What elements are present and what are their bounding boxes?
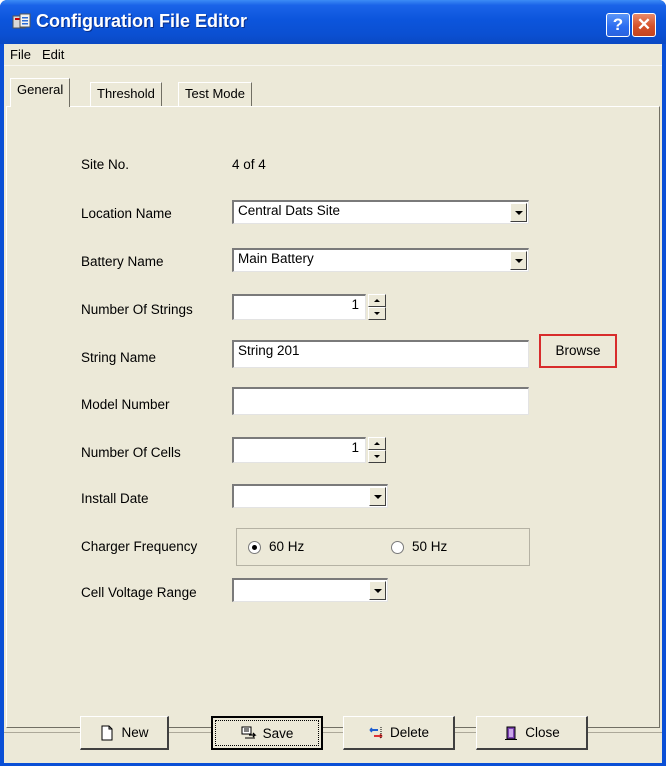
battery-name-combo[interactable]: Main Battery (232, 248, 529, 272)
location-name-combo[interactable]: Central Dats Site (232, 200, 529, 224)
string-name-input[interactable]: String 201 (232, 340, 529, 368)
decrement-icon[interactable] (368, 450, 386, 463)
menu-file[interactable]: File (10, 47, 31, 62)
tab-general-label: General (17, 82, 64, 97)
decrement-icon[interactable] (368, 307, 386, 320)
freq-50hz-radio[interactable] (391, 541, 404, 554)
close-label: Close (525, 725, 560, 740)
string-name-label: String Name (81, 350, 157, 365)
menu-edit[interactable]: Edit (42, 47, 64, 62)
tab-test-mode[interactable]: Test Mode (178, 82, 252, 106)
close-window-button[interactable]: ✕ (632, 13, 656, 37)
model-number-input[interactable] (232, 387, 529, 415)
location-name-value: Central Dats Site (238, 203, 341, 218)
delete-label: Delete (389, 725, 430, 740)
cell-voltage-range-combo[interactable] (232, 578, 388, 602)
site-no-value: 4 of 4 (232, 157, 266, 172)
chevron-down-icon[interactable] (369, 581, 386, 600)
charger-frequency-group: 60 Hz 50 Hz (236, 528, 530, 566)
chevron-down-icon[interactable] (369, 487, 386, 506)
browse-label: Browse (555, 343, 601, 358)
model-number-label: Model Number (81, 397, 170, 412)
number-of-strings-label: Number Of Strings (81, 302, 193, 317)
help-icon: ? (612, 15, 624, 34)
increment-icon[interactable] (368, 294, 386, 307)
battery-name-value: Main Battery (238, 251, 314, 266)
freq-60hz-label[interactable]: 60 Hz (269, 539, 304, 554)
site-no-label: Site No. (81, 157, 130, 172)
new-label: New (121, 725, 149, 740)
battery-name-label: Battery Name (81, 254, 164, 269)
new-document-icon (101, 725, 113, 740)
tab-threshold-label: Threshold (97, 86, 155, 101)
dialog-client-area: File Edit General Threshold Test Mode Si… (4, 44, 662, 763)
increment-icon[interactable] (368, 437, 386, 450)
chevron-down-icon[interactable] (510, 203, 527, 222)
help-button[interactable]: ? (606, 13, 630, 37)
browse-button[interactable]: Browse (539, 334, 617, 368)
install-date-picker[interactable] (232, 484, 388, 508)
save-label: Save (262, 725, 294, 741)
freq-60hz-radio[interactable] (248, 541, 261, 554)
location-name-label: Location Name (81, 206, 172, 221)
menu-bar: File Edit (4, 44, 662, 66)
charger-frequency-label: Charger Frequency (81, 539, 198, 554)
number-of-strings-input[interactable]: 1 (232, 294, 366, 320)
number-of-cells-input[interactable]: 1 (232, 437, 366, 463)
exit-door-icon (505, 726, 518, 740)
app-icon (12, 13, 31, 29)
tab-strip: General Threshold Test Mode (4, 78, 662, 107)
cell-voltage-range-label: Cell Voltage Range (81, 585, 197, 600)
window-title: Configuration File Editor (36, 11, 247, 31)
tab-test-mode-label: Test Mode (185, 86, 245, 101)
save-button[interactable]: Save (211, 716, 323, 750)
delete-button[interactable]: Delete (343, 716, 455, 750)
save-icon (241, 726, 257, 739)
delete-icon (369, 726, 383, 739)
freq-50hz-label[interactable]: 50 Hz (412, 539, 447, 554)
config-editor-window: Configuration File Editor ? ✕ File Edit … (0, 0, 666, 766)
new-button[interactable]: New (80, 716, 169, 750)
tab-threshold[interactable]: Threshold (90, 82, 162, 106)
number-of-cells-label: Number Of Cells (81, 445, 181, 460)
chevron-down-icon[interactable] (510, 251, 527, 270)
close-icon: ✕ (636, 15, 652, 34)
number-of-strings-value: 1 (351, 297, 359, 312)
number-of-strings-stepper[interactable] (368, 294, 386, 320)
install-date-label: Install Date (81, 491, 149, 506)
title-bar[interactable]: Configuration File Editor ? ✕ (0, 0, 666, 44)
number-of-cells-stepper[interactable] (368, 437, 386, 463)
number-of-cells-value: 1 (351, 440, 359, 455)
close-button[interactable]: Close (476, 716, 588, 750)
tab-general[interactable]: General (10, 78, 71, 107)
string-name-value: String 201 (238, 343, 300, 358)
